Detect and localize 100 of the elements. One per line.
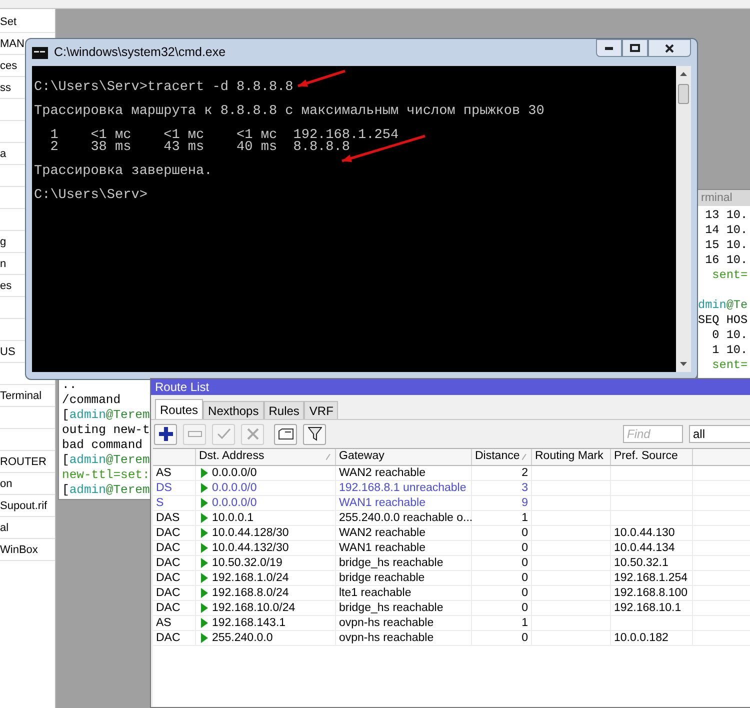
toolbar-button[interactable]	[154, 424, 177, 444]
terminal-line: bad command	[62, 438, 142, 453]
table-cell: 10.50.32.1	[614, 557, 668, 569]
toolbar-button[interactable]	[274, 424, 297, 444]
table-cell: 192.168.10.1	[614, 602, 682, 614]
table-cell: WAN2 reachable	[336, 526, 472, 540]
sidebar-item[interactable]: g	[0, 234, 6, 248]
terminal-line: new-ttl=set:	[62, 468, 150, 483]
table-cell: 0	[472, 556, 532, 570]
sort-icon	[326, 454, 332, 460]
console-icon	[32, 46, 48, 58]
table-cell: DAC	[153, 571, 196, 585]
cross-icon	[246, 428, 258, 440]
table-cell: 10.0.44.134	[614, 542, 675, 554]
table-cell: DAC	[153, 601, 196, 615]
terminal-line: [admin@Terem	[62, 483, 150, 498]
table-cell: 192.168.1.0/24	[212, 571, 289, 585]
table-cell: 1	[472, 616, 532, 630]
table-cell: 255.240.0.0	[212, 631, 273, 645]
sidebar-item[interactable]: Terminal	[0, 388, 42, 402]
filter-select[interactable]: all	[689, 425, 750, 443]
sidebar-item[interactable]: es	[0, 278, 12, 292]
table-cell: ovpn-hs reachable	[336, 631, 472, 645]
table-cell: 0.0.0.0/0	[212, 496, 257, 510]
sidebar-item[interactable]: ss	[0, 80, 11, 94]
column-header[interactable]: Gateway	[336, 449, 472, 465]
sidebar-item[interactable]: al	[0, 520, 9, 534]
minimize-icon	[605, 46, 613, 50]
toolbar-button[interactable]	[303, 424, 326, 444]
table-cell: lte1 reachable	[336, 586, 472, 600]
table-cell: ovpn-hs reachable	[336, 616, 472, 630]
sidebar-item[interactable]: ROUTER	[0, 454, 46, 468]
scrollbar[interactable]	[676, 66, 691, 372]
find-field[interactable]: Find	[623, 425, 683, 443]
close-button[interactable]	[648, 39, 691, 57]
terminal-line: SEQ HOS	[698, 313, 748, 328]
terminal-line: 16 10.	[704, 253, 748, 268]
maximize-button[interactable]	[622, 39, 648, 57]
minimize-button[interactable]	[596, 39, 622, 57]
table-cell: DAS	[153, 511, 196, 525]
sidebar-item[interactable]: US	[0, 344, 16, 358]
table-cell: 192.168.1.254	[614, 572, 688, 584]
table-cell: 192.168.8.1 unreachable	[336, 481, 472, 495]
scroll-thumb[interactable]	[678, 84, 689, 104]
table-cell: 3	[472, 481, 532, 495]
table-cell: 255.240.0.0 reachable o...	[336, 511, 472, 525]
table-cell: 192.168.8.100	[614, 587, 688, 599]
table-cell: bridge reachable	[336, 571, 472, 585]
terminal-line: [admin@Terem	[62, 453, 150, 468]
tab[interactable]: Rules	[264, 401, 304, 419]
table-cell: 10.0.44.132/30	[212, 541, 289, 555]
sidebar-item[interactable]: n	[0, 256, 6, 270]
sidebar-item[interactable]: Supout.rif	[0, 498, 48, 512]
console-line: Трассировка маршрута к 8.8.8.8 с максимальным числом прыжков 30	[34, 106, 544, 118]
window-title-bar: Route List	[151, 379, 750, 395]
sort-icon	[522, 454, 528, 460]
table-cell: 0	[472, 526, 532, 540]
window-title-bar: rminal	[698, 190, 750, 206]
sidebar-item[interactable]: Set	[0, 14, 17, 28]
tab[interactable]: Nexthops	[203, 401, 264, 419]
column-header[interactable]: Distance	[472, 449, 532, 465]
table-cell: DAC	[153, 541, 196, 555]
table-cell: DAC	[153, 556, 196, 570]
scroll-up-icon	[680, 72, 687, 76]
terminal-line: outing new-t	[62, 423, 150, 438]
table-cell: bridge_hs reachable	[336, 601, 472, 615]
table-cell: DAC	[153, 526, 196, 540]
table-cell: AS	[153, 616, 196, 630]
table-cell: WAN1 reachable	[336, 496, 472, 510]
table-cell: 192.168.8.0/24	[212, 586, 289, 600]
console-line: 1 <1 мс <1 мс <1 мс 192.168.1.254	[49, 130, 399, 142]
table-cell: 10.0.44.130	[614, 527, 675, 539]
sidebar-item[interactable]: ces	[0, 58, 18, 72]
pointer-arrow	[298, 70, 346, 88]
table-cell: WAN2 reachable	[336, 466, 472, 480]
terminal-line: 1 10.	[711, 343, 748, 358]
console-line: C:\Users\Serv>tracert -d 8.8.8.8	[34, 82, 294, 94]
sidebar-item[interactable]: on	[0, 476, 12, 490]
terminal-line: ..	[62, 378, 77, 393]
sidebar-item[interactable]: a	[0, 146, 6, 160]
table-cell: 0	[472, 586, 532, 600]
tab[interactable]: Routes	[155, 399, 204, 419]
table-cell: 192.168.10.0/24	[212, 601, 296, 615]
terminal-line: [admin@Terem	[62, 408, 150, 423]
table-cell: 10.50.32.0/19	[212, 556, 282, 570]
table-cell: 0	[472, 571, 532, 585]
table-cell: 10.0.0.182	[614, 632, 668, 644]
maximize-icon	[630, 44, 640, 52]
column-header[interactable]: Routing Mark	[532, 449, 611, 465]
plus-icon	[158, 427, 172, 441]
sidebar-item[interactable]: MAN	[0, 36, 24, 50]
table-cell: 0	[472, 601, 532, 615]
tab[interactable]: VRF	[304, 401, 338, 419]
column-header[interactable]: Dst. Address	[196, 449, 336, 465]
terminal-line: 14 10.	[704, 223, 748, 238]
table-cell: S	[153, 496, 196, 510]
column-header[interactable]: Pref. Source	[611, 449, 693, 465]
table-cell: DS	[153, 481, 196, 495]
window-title: C:\windows\system32\cmd.exe	[54, 44, 226, 62]
sidebar-item[interactable]: WinBox	[0, 542, 38, 556]
